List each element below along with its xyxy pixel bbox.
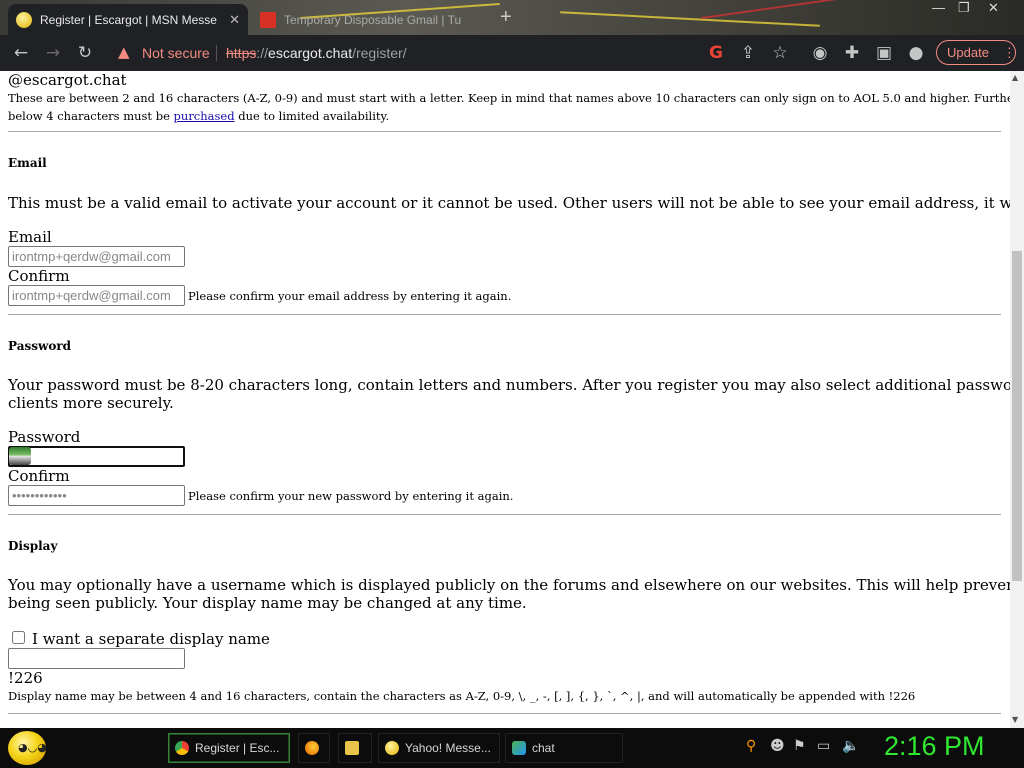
separate-display-name-checkbox[interactable] xyxy=(12,631,25,644)
password-field[interactable] xyxy=(8,446,185,467)
section-divider xyxy=(8,713,1001,714)
url-scheme: https xyxy=(226,45,257,61)
wallpaper-streak xyxy=(700,0,860,20)
email-confirm-hint: Please confirm your email address by ent… xyxy=(188,289,512,303)
chrome-icon xyxy=(175,741,189,755)
password-label: Password xyxy=(8,428,81,446)
taskbar-item-label: chat xyxy=(532,741,555,755)
scroll-up-icon[interactable]: ▲ xyxy=(1012,73,1018,82)
display-description-line1: You may optionally have a username which… xyxy=(8,576,1010,594)
taskbar-item-label: Register | Esc... xyxy=(195,741,280,755)
purchased-link[interactable]: purchased xyxy=(174,109,235,123)
display-suffix: !226 xyxy=(8,669,43,687)
divider xyxy=(216,45,217,61)
section-divider xyxy=(8,314,1001,315)
email-description: This must be a valid email to activate y… xyxy=(8,194,1010,212)
username-help-line1: These are between 2 and 16 characters (A… xyxy=(8,91,1010,105)
tab-title: Temporary Disposable Gmail | Tu xyxy=(284,12,462,27)
browser-toolbar: ← → ↻ ▲ Not secure https://escargot.chat… xyxy=(0,35,1024,71)
section-divider xyxy=(8,131,1001,132)
maximize-icon[interactable]: ❐ xyxy=(958,0,970,16)
escargot-favicon-icon xyxy=(16,11,32,28)
password-confirm-hint: Please confirm your new password by ente… xyxy=(188,489,514,503)
tab-title: Register | Escargot | MSN Messe xyxy=(40,12,217,27)
messenger-tray-icon[interactable]: ☻ xyxy=(770,738,785,754)
search-icon[interactable]: ⚲ xyxy=(746,738,756,754)
extensions-puzzle-icon[interactable]: ✚ xyxy=(840,41,864,65)
taskbar-item-yahoo-messenger[interactable]: Yahoo! Messe... xyxy=(378,733,500,763)
security-label[interactable]: Not secure xyxy=(142,45,210,61)
username-help-text: due to limited availability. xyxy=(234,109,390,123)
back-icon[interactable]: ← xyxy=(9,41,33,65)
password-heading: Password xyxy=(8,339,72,353)
reload-icon[interactable]: ↻ xyxy=(73,41,97,65)
firefox-icon xyxy=(305,741,319,755)
password-confirm-label: Confirm xyxy=(8,467,70,485)
share-icon[interactable]: ⇪ xyxy=(736,41,760,65)
password-description-line1: Your password must be 8-20 characters lo… xyxy=(8,376,1010,394)
taskbar-item-folder[interactable] xyxy=(338,733,372,763)
scroll-down-icon[interactable]: ▼ xyxy=(1012,715,1018,724)
taskbar-item-label: Yahoo! Messe... xyxy=(405,741,491,755)
password-description-line2: clients more securely. xyxy=(8,394,174,412)
extension-profile-icon[interactable]: ◉ xyxy=(808,41,832,65)
username-help-text: below 4 characters must be xyxy=(8,109,174,123)
url-text: https://escargot.chat/register/ xyxy=(226,45,407,61)
display-heading: Display xyxy=(8,539,58,553)
tab-register-escargot[interactable]: Register | Escargot | MSN Messe ✕ xyxy=(8,4,248,35)
update-label: Update xyxy=(947,45,989,60)
display-description-line2: being seen publicly. Your display name m… xyxy=(8,594,527,612)
taskbar: ◕◡◕ Register | Esc... Yahoo! Messe... ch… xyxy=(0,728,1024,768)
new-tab-button[interactable]: + xyxy=(500,6,512,29)
password-manager-key-icon[interactable] xyxy=(9,447,31,465)
scrollbar-thumb[interactable] xyxy=(1012,251,1022,581)
taskbar-item-firefox[interactable] xyxy=(298,733,330,763)
minimize-icon[interactable]: — xyxy=(932,0,945,15)
display-name-field[interactable] xyxy=(8,648,185,669)
browser-tab-strip: Register | Escargot | MSN Messe ✕ Tempor… xyxy=(0,0,1024,35)
profile-avatar-icon[interactable]: ● xyxy=(904,41,928,65)
email-field[interactable] xyxy=(8,246,185,267)
menu-icon[interactable]: ⋮ xyxy=(1003,45,1016,60)
tab-temp-gmail[interactable]: Temporary Disposable Gmail | Tu xyxy=(252,4,486,35)
security-flag-icon[interactable]: ⚑ xyxy=(793,738,806,754)
chat-icon xyxy=(512,741,526,755)
taskbar-clock[interactable]: 2:16 PM xyxy=(884,731,985,762)
folder-icon xyxy=(345,741,359,755)
username-suffix: @escargot.chat xyxy=(8,71,127,89)
close-tab-icon[interactable]: ✕ xyxy=(223,12,240,28)
start-button-smiley-icon[interactable]: ◕◡◕ xyxy=(8,731,47,765)
side-panel-icon[interactable]: ▣ xyxy=(872,41,896,65)
register-page: @escargot.chat These are between 2 and 1… xyxy=(0,71,1010,728)
email-heading: Email xyxy=(8,156,47,170)
update-button[interactable]: Update ⋮ xyxy=(936,40,1016,65)
volume-icon[interactable]: 🔈 xyxy=(842,738,859,754)
yahoo-messenger-icon xyxy=(385,741,399,755)
warning-icon: ▲ xyxy=(118,43,130,61)
close-window-icon[interactable]: ✕ xyxy=(988,0,999,16)
section-divider xyxy=(8,514,1001,515)
email-desc-text: This must be a valid email to activate y… xyxy=(8,194,1010,212)
forward-icon[interactable]: → xyxy=(41,41,65,65)
username-help-line2: below 4 characters must be purchased due… xyxy=(8,109,389,123)
password-confirm-field[interactable] xyxy=(8,485,185,506)
taskbar-item-chat[interactable]: chat xyxy=(505,733,623,763)
url-path: /register/ xyxy=(352,45,407,61)
display-help: Display name may be between 4 and 16 cha… xyxy=(8,689,916,703)
email-confirm-field[interactable] xyxy=(8,285,185,306)
url-separator: :// xyxy=(256,45,269,61)
email-label: Email xyxy=(8,228,52,246)
smiley-face: ◕◡◕ xyxy=(18,741,47,754)
network-icon[interactable]: ▭ xyxy=(817,738,830,754)
page-scrollbar[interactable]: ▲ ▼ xyxy=(1010,71,1024,728)
url-host: escargot.chat xyxy=(268,45,353,61)
separate-display-name-label[interactable]: I want a separate display name xyxy=(32,630,270,648)
wallpaper-streak xyxy=(560,11,820,27)
gmail-favicon-icon xyxy=(260,11,276,28)
bookmark-star-icon[interactable]: ☆ xyxy=(768,41,792,65)
google-lens-icon[interactable]: G xyxy=(704,41,728,65)
address-bar[interactable]: ▲ Not secure https://escargot.chat/regis… xyxy=(108,39,808,67)
taskbar-item-chrome[interactable]: Register | Esc... xyxy=(168,733,290,763)
email-confirm-label: Confirm xyxy=(8,267,70,285)
